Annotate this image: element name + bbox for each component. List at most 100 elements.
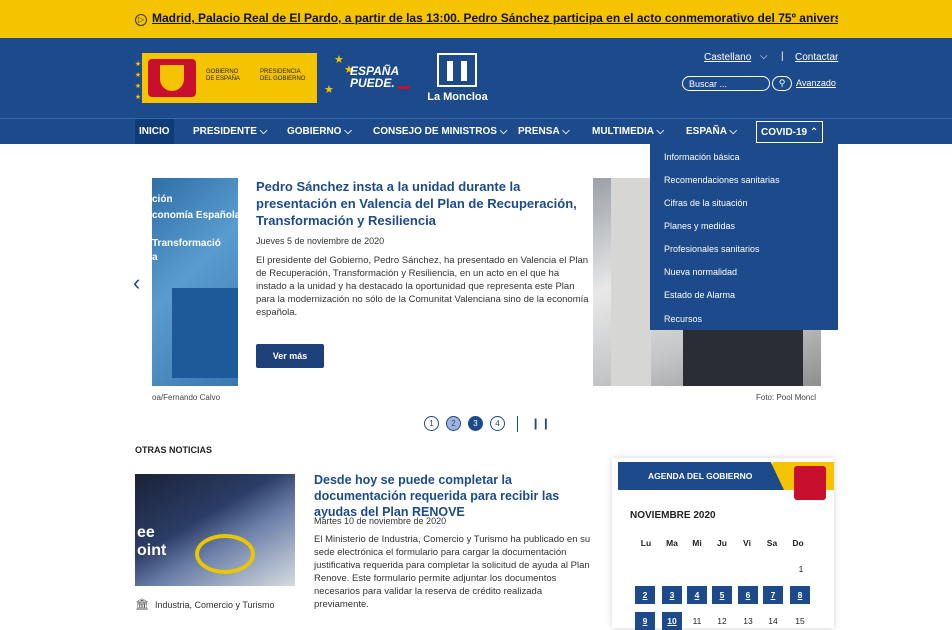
slide-headline[interactable]: Pedro Sánchez insta a la unidad durante … [256,178,586,229]
weekday-label: Lu [640,538,652,548]
contact-link[interactable]: Contactar [795,52,838,63]
eu-stars-icon: ★ ★ ★ ★ [134,61,142,101]
presidencia-text: PRESIDENCIA DEL GOBIERNO [260,69,306,82]
chevron-left-icon[interactable]: ‹ [133,270,140,296]
menu-item-cifras[interactable]: Cifras de la situación [664,198,748,208]
photo-credit: oa/Fernando Calvo [152,393,221,402]
weekday-label: Do [792,538,804,548]
menu-item-estado-alarma[interactable]: Estado de Alarma [664,290,735,300]
chevron-down-icon[interactable]: ⌵ [760,51,768,62]
menu-item-recomendaciones[interactable]: Recomendaciones sanitarias [664,175,780,185]
news-department[interactable]: Industria, Comercio y Turismo [155,600,275,610]
nav-item-espana[interactable]: ESPAÑA ⌵ [686,119,737,144]
espana-puede-text: ESPAÑA PUEDE. [350,64,400,90]
coat-of-arms-icon [148,59,196,97]
pager-dot-active[interactable]: 3 [468,416,483,431]
calendar-day-event[interactable]: 9 [635,612,655,630]
news-ticker: ▷ Madrid, Palacio Real de El Pardo, a pa… [0,0,952,38]
star-icon: ★ [324,84,334,96]
menu-item-informacion[interactable]: Información básica [664,152,740,162]
ticker-link[interactable]: Madrid, Palacio Real de El Pardo, a part… [152,11,838,25]
calendar-day-event[interactable]: 7 [763,586,783,604]
nav-item-presidente[interactable]: PRESIDENTE ⌵ [193,119,267,144]
chevron-down-icon: ⌵ [499,126,508,137]
agenda-ribbon[interactable]: AGENDA DEL GOBIERNO [618,462,784,490]
search-icon[interactable]: ⚲ [772,76,792,91]
divider: | [781,51,784,62]
news-image[interactable]: ee oint [135,474,295,586]
chevron-down-icon: ⌵ [656,126,665,137]
calendar-day-event[interactable]: 4 [687,586,707,604]
nav-item-gobierno[interactable]: GOBIERNO ⌵ [287,119,352,144]
calendar-day[interactable]: 15 [790,612,810,630]
chevron-down-icon: ⌵ [259,126,268,137]
building-icon [437,53,477,87]
red-stripe [398,86,410,89]
pager-dot[interactable]: 1 [424,416,439,431]
calendar-day[interactable]: 11 [687,612,707,630]
covid-dropdown-menu: Información básica Recomendaciones sanit… [650,144,838,330]
calendar-day[interactable]: 14 [763,612,783,630]
calendar-day[interactable]: 12 [712,612,732,630]
main-nav: INICIO PRESIDENTE ⌵ GOBIERNO ⌵ CONSEJO D… [0,118,952,144]
chevron-down-icon: ⌵ [729,126,737,137]
chevron-down-icon: ⌵ [562,126,570,137]
nav-item-multimedia[interactable]: MULTIMEDIA ⌵ [592,119,664,144]
weekday-label: Ma [666,538,678,548]
menu-item-recursos[interactable]: Recursos [664,314,702,324]
section-title: OTRAS NOTICIAS [135,445,213,455]
agenda-widget: AGENDA DEL GOBIERNO NOVIEMBRE 2020 Lu Ma… [612,458,834,630]
pager-dot[interactable]: 4 [490,416,505,431]
image-text: conomía Española [152,210,238,221]
play-circle-icon[interactable]: ▷ [135,14,147,26]
calendar-day-event[interactable]: 3 [662,586,682,604]
photo-credit: Foto: Pool Moncl [756,393,817,402]
weekday-label: Vi [743,538,751,548]
nav-item-covid[interactable]: COVID-19 ⌃ [756,121,824,143]
weekday-label: Ju [717,538,727,548]
calendar-day-event[interactable]: 10 [662,612,682,630]
calendar-day[interactable]: 13 [738,612,758,630]
image-text: a [152,252,158,263]
image-column [611,178,651,386]
calendar-day-event[interactable]: 6 [738,586,758,604]
pause-icon[interactable]: ❙❙ [531,417,551,430]
image-text: Transformació [152,238,221,249]
language-selector[interactable]: Castellano [704,52,751,63]
star-icon: ★ [334,54,344,66]
chevron-up-icon: ⌃ [809,127,819,138]
moncloa-logo[interactable]: La Moncloa [425,53,490,105]
nav-item-prensa[interactable]: PRENSA ⌵ [518,119,570,144]
gobierno-text: GOBIERNO DE ESPAÑA [206,69,240,82]
nav-item-consejo[interactable]: CONSEJO DE MINISTROS ⌵ [373,119,507,144]
search-input[interactable] [682,76,770,91]
menu-item-nueva-normalidad[interactable]: Nueva normalidad [664,267,737,277]
menu-item-profesionales[interactable]: Profesionales sanitarios [664,244,760,254]
agenda-title: AGENDA DEL GOBIERNO [648,471,753,481]
slide-image-prev[interactable]: ción conomía Española Transformació a [152,178,238,386]
nav-item-inicio[interactable]: INICIO [135,119,174,144]
image-text: ción [152,194,173,205]
news-date: Martes 10 de noviembre de 2020 [314,516,447,526]
image-text: oint [137,542,167,559]
ministry-building-icon: 🏛 [135,599,149,611]
calendar-day-event[interactable]: 2 [635,586,655,604]
divider [517,416,518,432]
pager-dot[interactable]: 2 [446,416,461,431]
image-detail [172,288,238,378]
calendar-day[interactable]: 1 [791,560,811,578]
weekday-label: Mi [692,538,702,548]
news-headline[interactable]: Desde hoy se puede completar la document… [314,472,599,520]
slide-date: Jueves 5 de noviembre de 2020 [256,236,385,246]
gobierno-logo[interactable]: ★ ★ ★ ★ GOBIERNO DE ESPAÑA PRESIDENCIA DEL GO… [134,53,317,103]
menu-item-planes[interactable]: Planes y medidas [664,221,735,231]
ver-mas-button[interactable]: Ver más [256,344,324,368]
calendar-month: NOVIEMBRE 2020 [630,510,716,521]
news-description: El Ministerio de Industria, Comercio y T… [314,534,591,610]
slide-description: El presidente del Gobierno, Pedro Sánche… [256,255,589,318]
calendar-day-event[interactable]: 8 [790,586,810,604]
advanced-search-link[interactable]: Avanzado [796,78,836,88]
espana-puede-logo[interactable]: ★ ★ ★ ESPAÑA PUEDE. [324,53,410,103]
calendar-day-event[interactable]: 5 [712,586,732,604]
moncloa-text: La Moncloa [427,91,488,103]
